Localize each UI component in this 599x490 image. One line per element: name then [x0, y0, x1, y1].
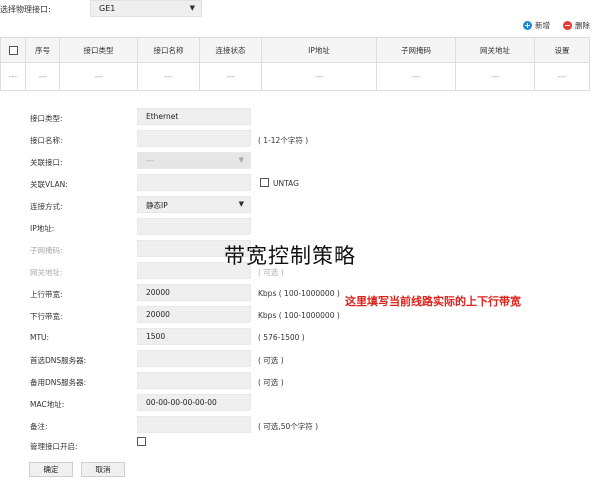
mgmt-enable-checkbox[interactable] [137, 437, 146, 446]
ip-address-label: IP地址: [30, 224, 55, 233]
remark-hint: ( 可选,50个字符 ) [258, 422, 319, 431]
interface-name-label: 接口名称: [30, 136, 63, 145]
mtu-value: 1500 [146, 332, 166, 341]
select-all-cell[interactable] [0, 37, 26, 63]
watermark-title: 带宽控制策略 [224, 244, 356, 268]
secondary-dns-label: 备用DNS服务器: [30, 378, 87, 387]
primary-dns-label: 首选DNS服务器: [30, 356, 87, 365]
table-cell: --- [137, 62, 200, 91]
interface-type-value: Ethernet [146, 112, 179, 121]
linked-vlan-input[interactable] [137, 174, 251, 191]
untag-checkbox[interactable] [260, 178, 269, 187]
mac-address-label: MAC地址: [30, 400, 65, 409]
table-cell: --- [534, 62, 590, 91]
upstream-bandwidth-value: 20000 [146, 288, 170, 297]
remark-input[interactable] [137, 416, 251, 433]
interface-type-label: 接口类型: [30, 114, 63, 123]
col-header-subnet-mask: 子网掩码 [376, 37, 456, 63]
chevron-down-icon: ▼ [189, 4, 195, 12]
downstream-bandwidth-label: 下行带宽: [30, 312, 63, 321]
col-header-interface-name: 接口名称 [137, 37, 200, 63]
mtu-label: MTU: [30, 333, 50, 342]
subnet-mask-label: 子网掩码: [30, 246, 63, 255]
mtu-input[interactable]: 1500 [137, 328, 251, 345]
ok-button[interactable]: 确定 [29, 462, 73, 477]
mac-address-input[interactable]: 00-00-00-00-00-00 [137, 394, 251, 411]
minus-icon: − [563, 20, 572, 30]
upstream-bandwidth-input[interactable]: 20000 [137, 284, 251, 301]
col-header-link-status: 连接状态 [199, 37, 262, 63]
linked-interface-select[interactable]: --- ▼ [137, 152, 251, 169]
linked-interface-label: 关联接口: [30, 158, 63, 167]
bandwidth-annotation: 这里填写当前线路实际的上下行带宽 [345, 295, 521, 308]
interface-type-select[interactable]: Ethernet [137, 108, 251, 125]
table-cell: --- [59, 62, 138, 91]
mac-address-value: 00-00-00-00-00-00 [146, 398, 217, 407]
plus-icon: + [523, 20, 532, 30]
cancel-button[interactable]: 取消 [81, 462, 125, 477]
table-header-row: 序号 接口类型 接口名称 连接状态 IP地址 子网掩码 网关地址 设置 [0, 37, 590, 63]
downstream-bandwidth-input[interactable]: 20000 [137, 306, 251, 323]
table-cell: --- [261, 62, 377, 91]
physical-interface-select[interactable]: GE1 ▼ [90, 0, 202, 17]
mtu-hint: ( 576-1500 ) [258, 333, 305, 342]
untag-label: UNTAG [273, 179, 299, 188]
primary-dns-hint: ( 可选 ) [258, 356, 284, 365]
downstream-bandwidth-value: 20000 [146, 310, 170, 319]
physical-interface-value: GE1 [99, 4, 116, 13]
remark-label: 备注: [30, 422, 48, 431]
primary-dns-input[interactable] [137, 350, 251, 367]
table-cell: --- [0, 62, 26, 91]
add-button[interactable]: + 新增 [523, 19, 550, 31]
add-button-label: 新增 [535, 20, 550, 30]
chevron-down-icon: ▼ [238, 156, 244, 164]
delete-button-label: 删除 [575, 20, 590, 30]
chevron-down-icon: ▼ [238, 200, 244, 208]
physical-interface-label: 选择物理接口: [0, 5, 51, 14]
downstream-bandwidth-hint: Kbps ( 100-1000000 ) [258, 311, 340, 320]
connection-mode-label: 连接方式: [30, 202, 63, 211]
table-cell: --- [376, 62, 456, 91]
ip-address-input[interactable] [137, 218, 251, 235]
upstream-bandwidth-hint: Kbps ( 100-1000000 ) [258, 289, 340, 298]
linked-interface-value: --- [146, 156, 155, 165]
interface-name-hint: ( 1-12个字符 ) [258, 136, 309, 145]
connection-mode-value: 静态IP [146, 201, 168, 210]
secondary-dns-input[interactable] [137, 372, 251, 389]
delete-button[interactable]: − 删除 [563, 19, 590, 31]
upstream-bandwidth-label: 上行带宽: [30, 290, 63, 299]
select-all-checkbox[interactable] [8, 45, 18, 55]
mgmt-enable-label: 管理接口开启: [30, 442, 78, 451]
col-header-interface-type: 接口类型 [59, 37, 138, 63]
col-header-gateway: 网关地址 [455, 37, 535, 63]
table-row: --- --- --- --- --- --- --- --- --- [0, 62, 590, 91]
gateway-label: 网关地址: [30, 268, 63, 277]
table-cell: --- [25, 62, 60, 91]
connection-mode-select[interactable]: 静态IP ▼ [137, 196, 251, 213]
table-cell: --- [455, 62, 535, 91]
interface-name-input[interactable] [137, 130, 251, 147]
linked-vlan-label: 关联VLAN: [30, 180, 68, 189]
col-header-index: 序号 [25, 37, 60, 63]
interface-table: 序号 接口类型 接口名称 连接状态 IP地址 子网掩码 网关地址 设置 --- … [0, 37, 590, 91]
col-header-settings: 设置 [534, 37, 590, 63]
table-cell: --- [199, 62, 262, 91]
secondary-dns-hint: ( 可选 ) [258, 378, 284, 387]
col-header-ip-address: IP地址 [261, 37, 377, 63]
